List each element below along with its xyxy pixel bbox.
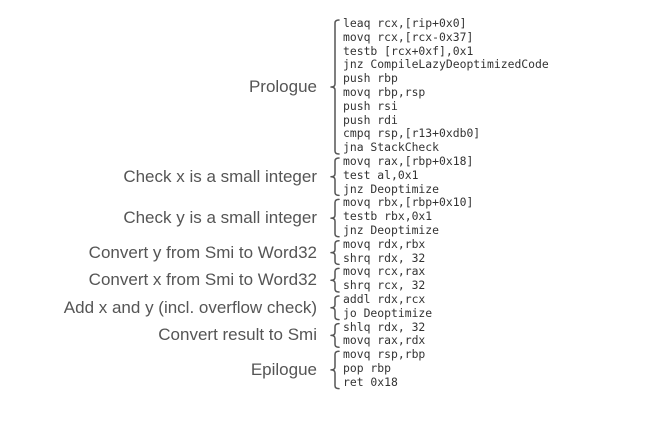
code-line: movq rax,rdx bbox=[343, 333, 426, 348]
section-brace bbox=[330, 19, 340, 155]
section-brace bbox=[330, 240, 340, 266]
section-label: Check y is a small integer bbox=[123, 208, 317, 228]
code-line: push rbp bbox=[343, 71, 398, 86]
code-line: ret 0x18 bbox=[343, 374, 398, 389]
section-brace bbox=[330, 295, 340, 321]
section-brace bbox=[330, 322, 340, 348]
section-label: Prologue bbox=[248, 77, 317, 96]
code-line: movq rcx,rax bbox=[343, 264, 426, 279]
code-line: jnz CompileLazyDeoptimizedCode bbox=[343, 57, 549, 72]
brace-layer bbox=[330, 19, 340, 390]
code-line: movq rsp,rbp bbox=[343, 347, 426, 362]
code-line: pop rbp bbox=[343, 361, 392, 375]
section-label: Convert result to Smi bbox=[158, 325, 317, 345]
code-line: testb [rcx+0xf],0x1 bbox=[343, 43, 474, 58]
code-line: push rdi bbox=[343, 112, 398, 127]
code-line: addl rdx,rcx bbox=[343, 292, 426, 306]
section-brace bbox=[330, 350, 340, 390]
code-line: cmpq rsp,[r13+0xdb0] bbox=[343, 126, 481, 141]
code-line: shrq rdx, 32 bbox=[343, 250, 426, 265]
code-line: jna StackCheck bbox=[343, 140, 440, 155]
section-brace bbox=[330, 198, 340, 238]
code-line: jnz Deoptimize bbox=[343, 181, 440, 196]
section-label: Epilogue bbox=[250, 359, 317, 379]
code-line: shlq rdx, 32 bbox=[343, 319, 426, 334]
code-line: movq rbp,rsp bbox=[343, 85, 426, 99]
code-line: push rsi bbox=[343, 98, 398, 113]
section-label: Add x and y (incl. overflow check) bbox=[63, 297, 317, 317]
code-line: jo Deoptimize bbox=[343, 305, 433, 320]
section-label: Convert x from Smi to Word32 bbox=[88, 270, 317, 290]
code-line: leaq rcx,[rip+0x0] bbox=[343, 16, 467, 30]
section-brace bbox=[330, 267, 340, 293]
code-line: movq rbx,[rbp+0x10] bbox=[343, 195, 474, 210]
assembly-annotation-diagram: leaq rcx,[rip+0x0] movq rcx,[rcx-0x37] tes… bbox=[0, 0, 647, 424]
section-brace bbox=[330, 157, 340, 197]
code-line: test al,0x1 bbox=[343, 167, 419, 182]
section-label: Check x is a small integer bbox=[123, 166, 317, 186]
section-label: Convert y from Smi to Word32 bbox=[88, 242, 317, 262]
code-line: movq rdx,rbx bbox=[343, 236, 426, 251]
code-line: testb rbx,0x1 bbox=[343, 209, 433, 224]
code-line: jnz Deoptimize bbox=[343, 223, 440, 237]
code-line: movq rax,[rbp+0x18] bbox=[343, 154, 474, 168]
code-line: shrq rcx, 32 bbox=[343, 278, 426, 293]
code-line: movq rcx,[rcx-0x37] bbox=[343, 29, 474, 44]
